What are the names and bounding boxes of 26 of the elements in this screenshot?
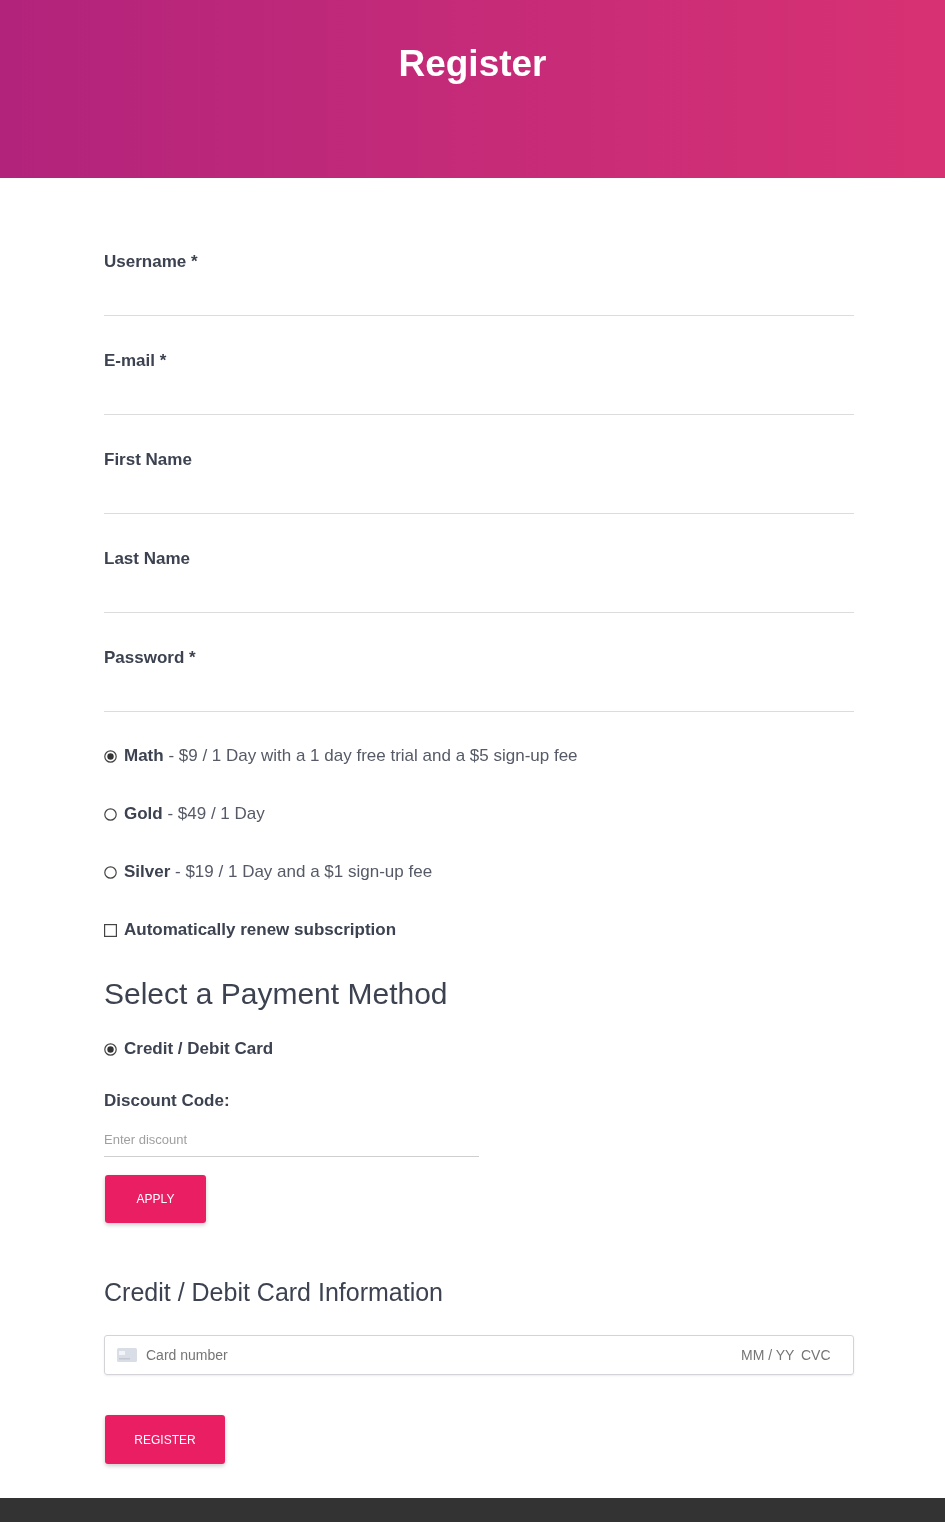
checkbox[interactable] bbox=[104, 923, 117, 937]
card-number-field[interactable]: Card number bbox=[146, 1343, 346, 1367]
plan-option-label: Gold - $49 / 1 Day bbox=[124, 803, 265, 825]
radio-button[interactable] bbox=[104, 749, 117, 763]
discount-input-field[interactable]: Enter discount bbox=[104, 1122, 479, 1157]
radio-button[interactable] bbox=[104, 1042, 117, 1056]
field-label: Username * bbox=[104, 251, 198, 273]
register-button[interactable]: REGISTER bbox=[105, 1415, 225, 1464]
radio-button[interactable] bbox=[104, 865, 117, 879]
field-label: Password * bbox=[104, 647, 196, 669]
checkbox-label: Automatically renew subscription bbox=[124, 919, 397, 941]
plan-option-label: Silver - $19 / 1 Day and a $1 sign-up fee bbox=[124, 861, 433, 883]
discount-label: Discount Code: bbox=[104, 1090, 230, 1112]
field-label: Last Name bbox=[104, 548, 190, 570]
expiry-field[interactable]: MM / YY bbox=[741, 1343, 797, 1367]
field-label: First Name bbox=[104, 449, 192, 471]
plan-option-label: Math - $9 / 1 Day with a 1 day free trial and a $5 sign-up fee bbox=[124, 745, 578, 767]
apply-button[interactable]: APPLY bbox=[105, 1175, 206, 1223]
payment-method-label: Credit / Debit Card bbox=[124, 1038, 274, 1060]
section-heading: Select a Payment Method bbox=[104, 976, 449, 1012]
field-label: E-mail * bbox=[104, 350, 167, 372]
radio-button[interactable] bbox=[104, 807, 117, 821]
section-heading: Credit / Debit Card Information bbox=[104, 1277, 445, 1308]
page-title: Register bbox=[398, 42, 547, 86]
cvc-field[interactable]: CVC bbox=[801, 1343, 831, 1367]
credit-card-icon bbox=[117, 1348, 137, 1362]
